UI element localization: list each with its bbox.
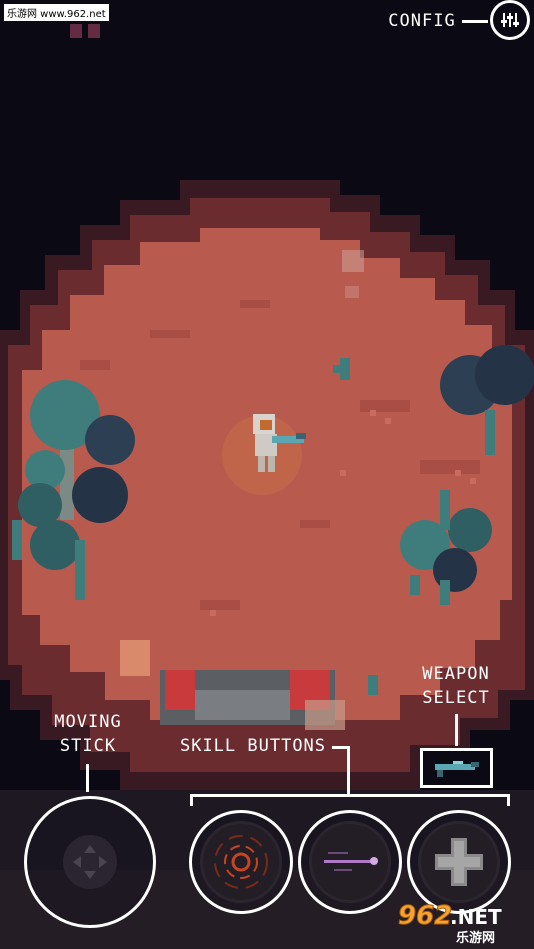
stick-pointer-line [86,764,89,792]
moving-stick-label: MOVING STICK [54,712,122,756]
skill-bracket-left [190,794,193,806]
site-logo: 962 .NET 乐游网 [397,901,528,947]
skill-pointer-v [347,746,350,796]
config-label: CONFIG [388,11,456,31]
logo-digits: 962 [397,901,453,932]
weapon-select-button[interactable] [420,748,493,788]
skill-bracket [190,794,510,797]
logo-suffix: .NET [450,905,502,929]
heal-skill-button[interactable] [407,810,511,914]
config-pointer-line [462,20,488,23]
plus-cross-icon [435,838,483,886]
blaster-rifle-icon [435,761,479,777]
skill-bracket-right [507,794,510,806]
site-watermark: 乐游网 www.962.net [4,4,109,21]
vortex-icon [214,835,268,889]
laser-beam-icon [324,852,378,871]
skill-buttons-label: SKILL BUTTONS [179,736,327,756]
game-viewport: 乐游网 www.962.net CONFIG MOVING STICK SKIL… [0,0,534,949]
weapon-select-label: WEAPON SELECT [422,664,490,708]
config-button[interactable] [490,0,530,40]
stick-knob[interactable] [63,835,117,889]
beam-skill-button[interactable] [298,810,402,914]
dpad-arrows-icon [73,845,107,879]
sliders-icon [501,13,519,27]
weapon-pointer-line [455,714,458,746]
vortex-skill-button[interactable] [189,810,293,914]
moving-stick[interactable] [24,796,156,928]
logo-subtitle: 乐游网 [456,931,496,946]
